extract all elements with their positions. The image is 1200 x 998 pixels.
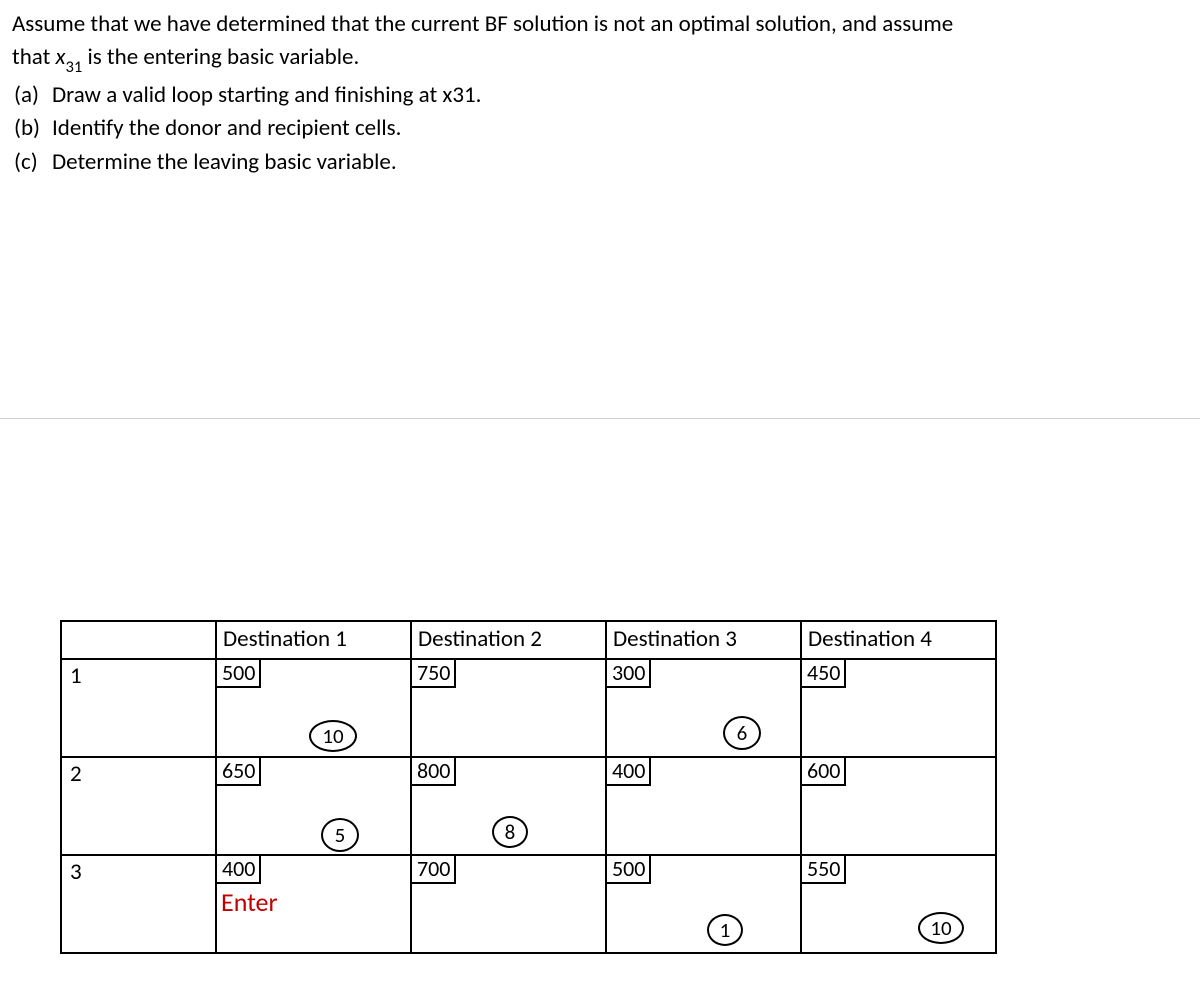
- cost-r3d4: 550: [800, 854, 846, 884]
- page: Assume that we have determined that the …: [0, 0, 1200, 998]
- part-c: (c) Determine the leaving basic variable…: [12, 146, 1188, 179]
- cost-r3d1: 400: [215, 854, 261, 884]
- part-a-text-2: .: [476, 81, 482, 109]
- header-d2: Destination 2: [411, 621, 606, 659]
- intro-line2a: that: [12, 43, 56, 71]
- cost-r2d4: 600: [800, 756, 846, 786]
- row3-label: 3: [61, 855, 216, 953]
- cell-r3d1: 400 Enter: [216, 855, 411, 953]
- cost-r2d3: 400: [605, 756, 651, 786]
- alloc-r1d3: 6: [723, 716, 761, 750]
- cell-r3d2: 700: [411, 855, 606, 953]
- cost-r1d4: 450: [800, 658, 846, 688]
- parts-list: (a) Draw a valid loop starting and finis…: [12, 79, 1188, 179]
- part-b: (b) Identify the donor and recipient cel…: [12, 112, 1188, 145]
- alloc-r2d2: 8: [492, 816, 528, 848]
- header-d4: Destination 4: [801, 621, 996, 659]
- header-d3: Destination 3: [606, 621, 801, 659]
- part-a-var-x: x: [442, 81, 452, 109]
- part-a-label: (a): [12, 79, 52, 112]
- cost-r1d1: 500: [215, 658, 261, 688]
- part-a: (a) Draw a valid loop starting and finis…: [12, 79, 1188, 112]
- part-c-text: Determine the leaving basic variable.: [52, 146, 1188, 179]
- row1-label: 1: [61, 659, 216, 757]
- table-header-row: Destination 1 Destination 2 Destination …: [61, 621, 996, 659]
- alloc-r1d1: 10: [309, 720, 357, 752]
- cost-r2d2: 800: [410, 756, 456, 786]
- page-divider: [0, 418, 1200, 419]
- intro-line1: Assume that we have determined that the …: [12, 10, 953, 38]
- header-d1: Destination 1: [216, 621, 411, 659]
- cell-r2d3: 400: [606, 757, 801, 855]
- cost-r1d3: 300: [605, 658, 651, 688]
- cell-r1d4: 450: [801, 659, 996, 757]
- table-row-3: 3 400 Enter 700 500 1 550 10: [61, 855, 996, 953]
- cost-r3d3: 500: [605, 854, 651, 884]
- cell-r1d2: 750: [411, 659, 606, 757]
- problem-intro: Assume that we have determined that the …: [12, 8, 1188, 77]
- part-a-text: Draw a valid loop starting and finishing…: [52, 79, 1188, 112]
- part-c-label: (c): [12, 146, 52, 179]
- cell-r1d1: 500 10: [216, 659, 411, 757]
- table-row-1: 1 500 10 750 300 6 450: [61, 659, 996, 757]
- cell-r3d3: 500 1: [606, 855, 801, 953]
- cell-r3d4: 550 10: [801, 855, 996, 953]
- cost-r3d2: 700: [410, 854, 456, 884]
- intro-var-x: x: [56, 43, 66, 71]
- intro-var-sub: 31: [65, 57, 82, 77]
- table-row-2: 2 650 5 800 8 400 600: [61, 757, 996, 855]
- cell-r2d1: 650 5: [216, 757, 411, 855]
- part-a-var-sub: 31: [452, 81, 475, 109]
- header-blank: [61, 621, 216, 659]
- part-a-text-1: Draw a valid loop starting and finishing…: [52, 81, 442, 109]
- cost-r2d1: 650: [215, 756, 261, 786]
- alloc-r3d3: 1: [707, 914, 743, 946]
- part-b-label: (b): [12, 112, 52, 145]
- cell-r1d3: 300 6: [606, 659, 801, 757]
- cell-r2d4: 600: [801, 757, 996, 855]
- alloc-r3d4: 10: [918, 912, 964, 944]
- intro-line2b: is the entering basic variable.: [82, 43, 359, 71]
- transportation-table: Destination 1 Destination 2 Destination …: [60, 620, 997, 954]
- part-b-text: Identify the donor and recipient cells.: [52, 112, 1188, 145]
- cell-r2d2: 800 8: [411, 757, 606, 855]
- row2-label: 2: [61, 757, 216, 855]
- cost-r1d2: 750: [410, 658, 456, 688]
- alloc-r2d1: 5: [321, 818, 359, 852]
- enter-label: Enter: [221, 886, 278, 918]
